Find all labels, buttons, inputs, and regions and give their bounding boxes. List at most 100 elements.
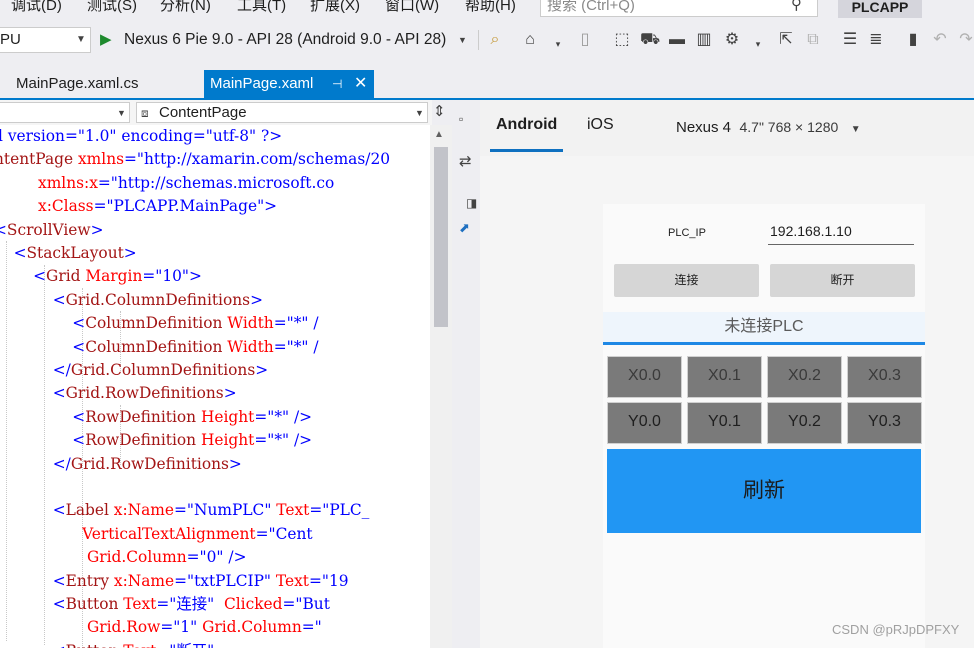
menu-extensions[interactable]: 扩展(X)	[310, 0, 360, 15]
menu-window[interactable]: 窗口(W)	[385, 0, 439, 15]
code-token: Text	[123, 642, 156, 648]
code-token: Grid.ColumnDefinitions	[65, 290, 251, 309]
code-line: Grid.Row="1" Grid.Column="	[0, 616, 322, 639]
code-line: xmlns:x="http://schemas.microsoft.co	[0, 172, 334, 195]
refresh-button[interactable]: 刷新	[607, 449, 921, 533]
code-line: l version="1.0" encoding="utf-8" ?>	[0, 125, 282, 148]
code-token: Grid.RowDefinitions	[70, 454, 229, 473]
run-button[interactable]: ▶ Nexus 6 Pie 9.0 - API 28 (Android 9.0 …	[100, 29, 470, 51]
menu-debug[interactable]: 调试(D)	[11, 0, 62, 15]
code-token: Clicked	[223, 595, 283, 613]
android-icon[interactable]: ⛟	[640, 30, 660, 50]
tab-label: MainPage.xaml.cs	[16, 75, 139, 92]
code-token: Width	[227, 314, 274, 333]
sdk-manager-icon[interactable]: ▥	[694, 30, 714, 50]
menu-test[interactable]: 测试(S)	[87, 0, 137, 15]
code-line: <ColumnDefinition Width="*" /	[0, 336, 318, 359]
code-token: ="*" /	[273, 314, 319, 333]
code-token: ColumnDefinition	[85, 337, 228, 356]
menu-help[interactable]: 帮助(H)	[465, 0, 516, 15]
tab-android[interactable]: Android	[496, 116, 557, 134]
code-token: ="19	[308, 571, 349, 590]
step-icon[interactable]: ⇱	[776, 30, 796, 50]
plc-ip-value: 192.168.1.10	[770, 223, 852, 239]
code-token: <	[72, 337, 86, 356]
copy-icon[interactable]: ⧉	[803, 30, 823, 50]
connect-button[interactable]: 连接	[614, 264, 759, 297]
uncomment-icon[interactable]: ≣	[866, 30, 886, 50]
swap-panes-icon[interactable]: ⇄	[459, 152, 472, 170]
code-line: ntentPage xmlns="http://xamarin.com/sche…	[0, 148, 390, 171]
code-token: Label	[65, 501, 114, 520]
code-token: ntentPage	[0, 150, 78, 169]
deploy-icon[interactable]: ⬚	[612, 30, 632, 50]
watermark: CSDN @pRJpDPFXY	[832, 622, 960, 637]
settings-icon[interactable]: ⚙	[722, 30, 742, 50]
input-cell-x0-3: X0.3	[847, 356, 922, 398]
code-token: >	[223, 384, 237, 403]
element-icon: ⧈	[141, 106, 149, 120]
toolbar-separator	[478, 30, 479, 50]
scrollbar-thumb[interactable]	[434, 147, 448, 327]
comment-icon[interactable]: ☰	[840, 30, 860, 50]
code-token: <	[72, 407, 86, 426]
close-icon[interactable]: ✕	[354, 70, 367, 98]
nav-left-dropdown[interactable]: ▼	[0, 102, 130, 123]
preview-toggle-icon[interactable]: ▫	[459, 112, 463, 126]
tab-ios[interactable]: iOS	[587, 116, 614, 134]
code-token: xmlns:x	[38, 173, 98, 192]
code-token: <	[33, 267, 47, 286]
code-token: >	[255, 361, 269, 379]
code-token: ="http://xamarin.com/schemas/20	[124, 150, 391, 169]
split-icon[interactable]: ⇕	[433, 102, 446, 120]
device-icon[interactable]: ▯	[575, 30, 595, 50]
menu-tools[interactable]: 工具(T)	[237, 0, 286, 15]
tab-mainpage-xaml-cs[interactable]: MainPage.xaml.cs	[0, 70, 200, 98]
code-token: <	[72, 431, 86, 450]
next-bookmark-icon[interactable]: ↷	[956, 30, 974, 50]
code-editor[interactable]: l version="1.0" encoding="utf-8" ?> ntent…	[0, 125, 430, 648]
collapse-pane-icon[interactable]: ◨	[466, 196, 477, 210]
code-token: <	[52, 501, 66, 520]
disconnect-button[interactable]: 断开	[770, 264, 915, 297]
code-token: </	[52, 361, 71, 379]
code-token: <	[52, 595, 66, 613]
terminal-icon[interactable]: ▬	[667, 30, 687, 50]
code-token: x:Name	[113, 501, 175, 520]
dropdown-chevron-icon[interactable]: ▾	[548, 34, 568, 54]
scroll-up-icon[interactable]: ▲	[434, 129, 444, 140]
home-screen-icon[interactable]: ⌂	[520, 30, 540, 50]
plc-ip-entry[interactable]: 192.168.1.10	[768, 220, 914, 245]
code-line: <Grid.RowDefinitions>	[0, 382, 237, 405]
expand-pane-icon[interactable]: ⬈	[459, 220, 470, 236]
code-token: Text	[276, 501, 310, 520]
code-line: <ColumnDefinition Width="*" /	[0, 312, 319, 335]
pin-icon[interactable]: ⊣	[332, 70, 342, 98]
bookmark-icon[interactable]: ▮	[903, 30, 923, 50]
code-token: Height	[200, 431, 255, 450]
code-line: <Entry x:Name="txtPLCIP" Text="19	[0, 570, 349, 593]
chevron-down-icon: ▼	[850, 124, 861, 135]
tab-mainpage-xaml[interactable]: MainPage.xaml ⊣ ✕	[204, 70, 374, 98]
device-selector[interactable]: Nexus 4 4.7" 768 × 1280 ▼	[676, 119, 861, 137]
menu-bar: 调试(D) 测试(S) 分析(N) 工具(T) 扩展(X) 窗口(W) 帮助(H…	[0, 0, 974, 22]
code-token: <	[0, 220, 7, 239]
code-token: ="PLC_	[309, 501, 370, 520]
code-token: ="txtPLCIP"	[174, 571, 276, 590]
open-folder-icon[interactable]: ⌕	[485, 30, 505, 50]
nav-right-dropdown[interactable]: ⧈ ContentPage ▼	[136, 102, 428, 123]
platform-dropdown[interactable]: PU ▼	[0, 27, 91, 53]
code-line: VerticalTextAlignment="Cent	[0, 523, 313, 546]
prev-bookmark-icon[interactable]: ↶	[930, 30, 950, 50]
code-line: <Grid Margin="10">	[0, 265, 202, 288]
settings-chevron-icon[interactable]: ▾	[748, 34, 768, 54]
search-placeholder: 搜索 (Ctrl+Q)	[547, 0, 635, 14]
search-input[interactable]: 搜索 (Ctrl+Q) ⚲	[540, 0, 818, 17]
code-token: ="NumPLC"	[174, 501, 277, 520]
code-token: Height	[200, 407, 255, 426]
menu-analyze[interactable]: 分析(N)	[160, 0, 211, 15]
